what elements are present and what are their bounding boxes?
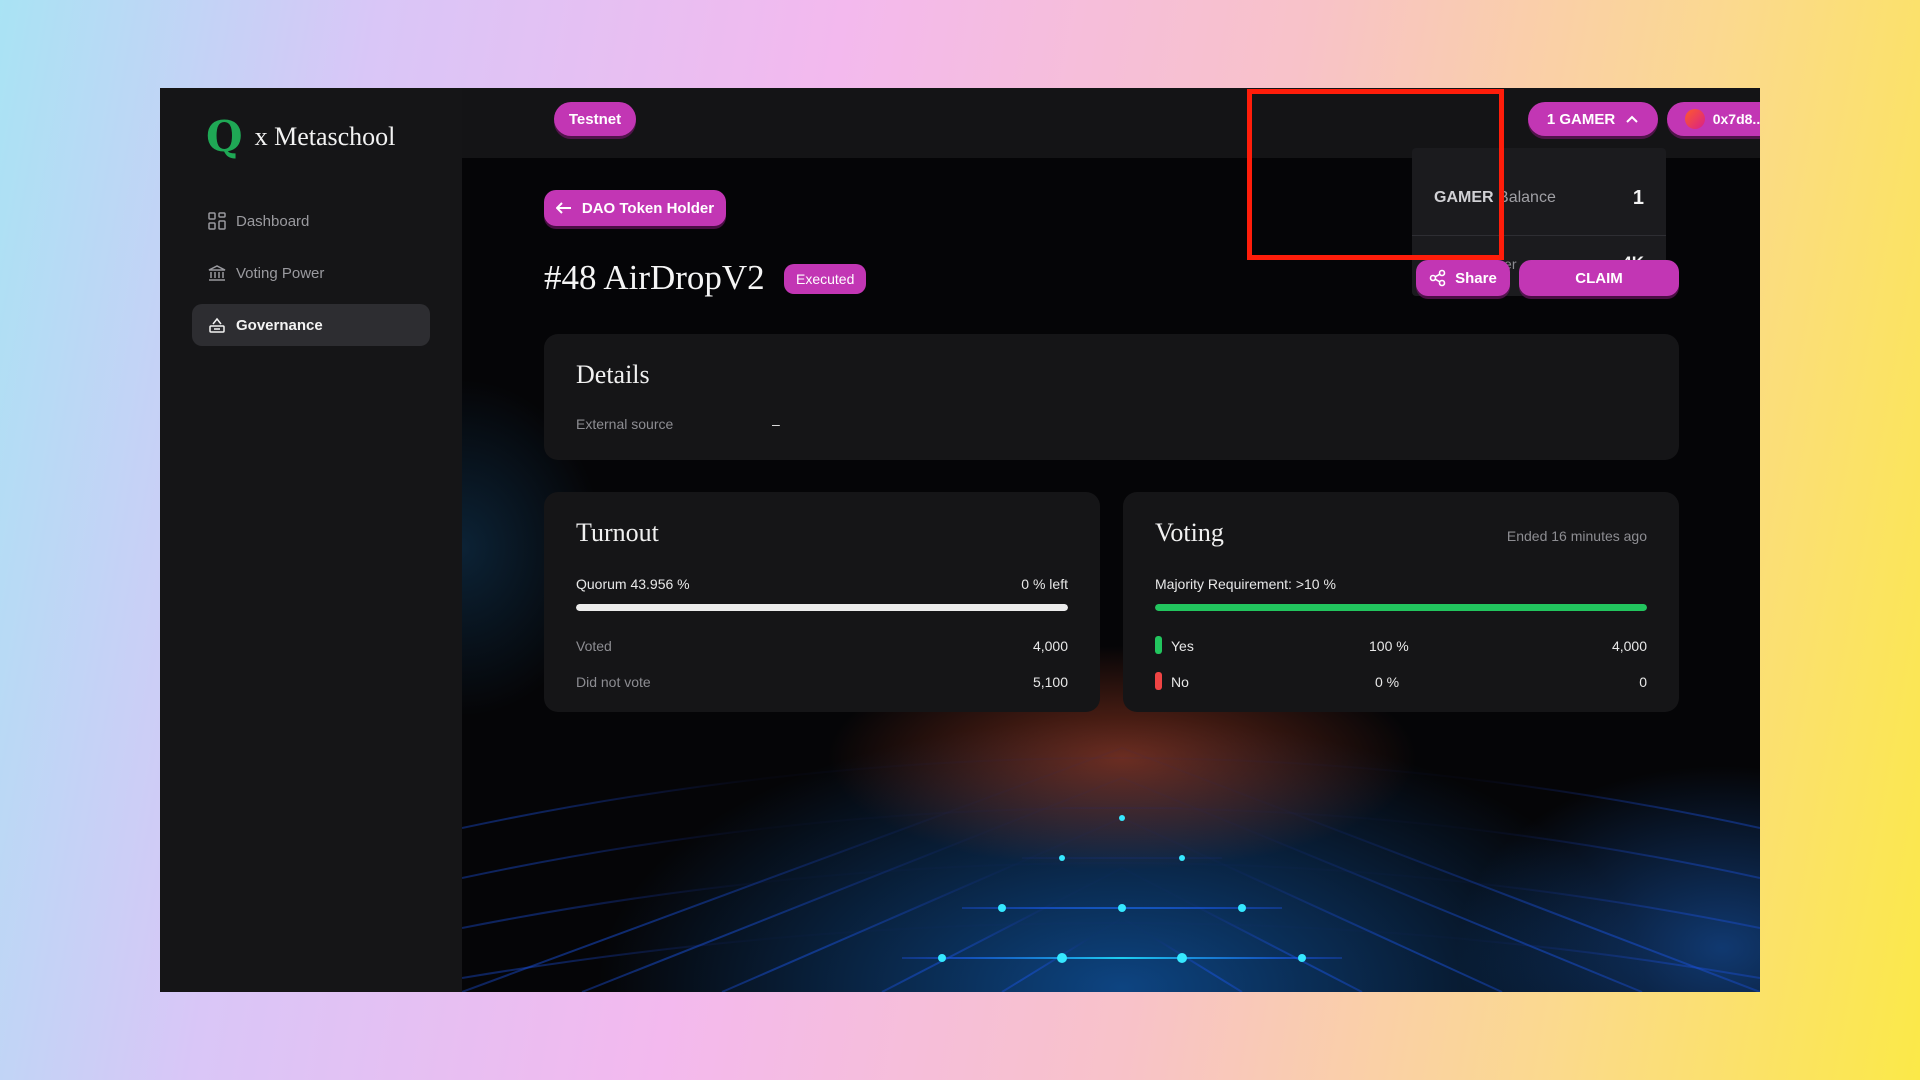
no-percent: 0 % [1375,674,1400,690]
share-button[interactable]: Share [1416,260,1510,296]
status-badge: Executed [784,264,867,294]
turnout-title: Turnout [576,518,659,547]
no-color-indicator [1155,672,1162,690]
sidebar-item-dashboard[interactable]: Dashboard [192,200,430,242]
bank-icon [208,264,226,282]
voting-ended-label: Ended 16 minutes ago [1506,528,1647,544]
chevron-up-icon [1625,114,1639,124]
wallet-button[interactable]: 0x7d8...3e54 [1667,102,1760,136]
claim-button[interactable]: CLAIM [1519,260,1679,296]
balance-value: 1 [1632,187,1644,209]
sidebar-item-label: Dashboard [236,212,310,230]
majority-progress-fill [1155,604,1647,611]
network-badge-button[interactable]: Testnet [554,102,636,136]
yes-label: Yes [1171,638,1194,654]
voting-title: Voting [1155,518,1224,547]
no-label: No [1171,674,1189,690]
page-title: #48 AirDropV2 [544,258,765,297]
majority-label: Majority Requirement: >10 % [1155,576,1336,592]
share-label: Share [1455,269,1497,287]
governance-icon [208,316,226,334]
sidebar-item-voting-power[interactable]: Voting Power [192,252,430,294]
main-content: Testnet 1 GAMER 0x7d8...3e54 GAMER Balan… [462,88,1760,992]
arrow-left-icon [555,202,572,214]
yes-percent: 100 % [1369,638,1409,654]
claim-label: CLAIM [1575,269,1623,287]
q-logo-mark: Q [206,112,243,161]
back-label: DAO Token Holder [581,199,715,217]
brand-name: x Metaschool [254,122,396,151]
app-window: Q x Metaschool Dashboard Voting Power Go… [160,88,1760,992]
external-source-label: External source [576,416,674,432]
voting-card: Voting Ended 16 minutes ago Majority Req… [1123,492,1679,712]
sidebar-item-label: Governance [236,316,323,334]
wallet-avatar-icon [1684,109,1705,129]
logo[interactable]: Q x Metaschool [206,116,395,158]
wallet-address: 0x7d8...3e54 [1712,111,1760,127]
quorum-label: Quorum 43.956 % [576,576,690,592]
dashboard-grid-icon [208,212,226,230]
yes-value: 4,000 [1611,638,1647,654]
external-source-value: – [772,416,780,432]
sidebar-item-governance[interactable]: Governance [192,304,430,346]
gamer-balance-label: GAMER Balance [1434,189,1556,207]
token-balance-button[interactable]: 1 GAMER [1528,102,1658,136]
network-label: Testnet [568,110,622,128]
voted-label: Voted [576,638,612,654]
sidebar-item-label: Voting Power [236,264,325,282]
majority-progress-bar [1155,604,1647,611]
turnout-card: Turnout Quorum 43.956 % 0 % left Voted 4… [544,492,1100,712]
quorum-progress-fill [576,604,1068,611]
back-to-dao-button[interactable]: DAO Token Holder [544,190,726,226]
balance-token-name: GAMER [1434,189,1494,206]
dropdown-divider [1412,235,1666,236]
details-card: Details External source – [544,334,1679,460]
quorum-left-label: 0 % left [1021,576,1068,592]
not-voted-value: 5,100 [1032,674,1068,690]
quorum-progress-bar [576,604,1068,611]
details-title: Details [576,360,650,389]
sidebar: Q x Metaschool Dashboard Voting Power Go… [160,88,462,992]
yes-color-indicator [1155,636,1162,654]
not-voted-label: Did not vote [576,674,651,690]
token-balance-label: 1 GAMER [1546,110,1616,128]
no-value: 0 [1639,674,1647,690]
balance-label: Balance [1498,189,1556,206]
voted-value: 4,000 [1032,638,1068,654]
sidebar-nav: Dashboard Voting Power Governance [192,200,430,356]
share-icon [1429,269,1447,287]
